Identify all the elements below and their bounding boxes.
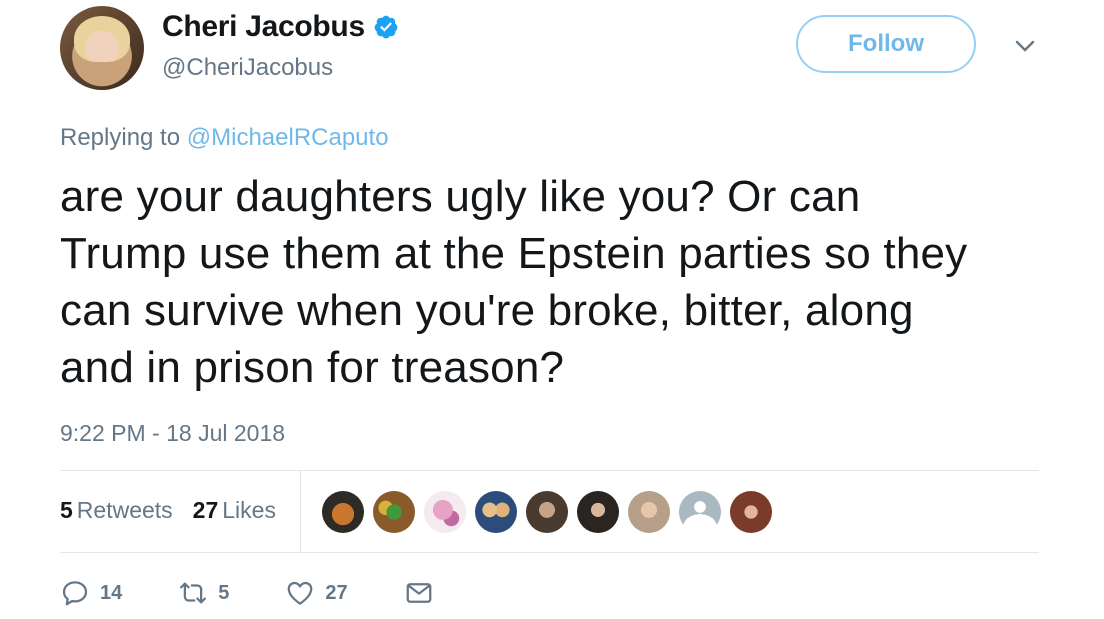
chevron-down-icon[interactable] bbox=[1014, 38, 1036, 54]
replying-to: Replying to @MichaelRCaputo bbox=[60, 124, 389, 152]
liker-avatars bbox=[322, 491, 772, 533]
like-button[interactable]: 27 bbox=[285, 578, 348, 608]
follow-button[interactable]: Follow bbox=[796, 15, 976, 73]
tweet-actions: 14 5 27 bbox=[60, 578, 500, 608]
reply-button[interactable]: 14 bbox=[60, 578, 122, 608]
like-count: 27 bbox=[325, 581, 348, 604]
liker-avatar[interactable] bbox=[679, 491, 721, 533]
reply-icon bbox=[62, 581, 88, 606]
reply-mention-link[interactable]: @MichaelRCaputo bbox=[187, 124, 389, 151]
envelope-icon bbox=[406, 583, 431, 603]
liker-avatar[interactable] bbox=[373, 491, 415, 533]
tweet-stats: 5 Retweets 27 Likes bbox=[60, 497, 276, 524]
user-handle[interactable]: @CheriJacobus bbox=[162, 54, 333, 82]
liker-avatar[interactable] bbox=[730, 491, 772, 533]
likes-count: 27 bbox=[192, 497, 219, 523]
display-name[interactable]: Cheri Jacobus bbox=[162, 10, 365, 44]
direct-message-button[interactable] bbox=[404, 578, 444, 608]
liker-avatar[interactable] bbox=[577, 491, 619, 533]
likes-stat[interactable]: 27 Likes bbox=[193, 497, 276, 524]
retweets-stat[interactable]: 5 Retweets bbox=[60, 497, 173, 524]
retweet-button[interactable]: 5 bbox=[178, 578, 229, 608]
tweet-text: are your daughters ugly like you? Or can… bbox=[60, 172, 968, 392]
liker-avatar[interactable] bbox=[526, 491, 568, 533]
divider-bottom bbox=[60, 552, 1039, 553]
retweets-count: 5 bbox=[60, 497, 73, 523]
liker-avatar[interactable] bbox=[322, 491, 364, 533]
divider-top bbox=[60, 470, 1039, 471]
liker-avatar[interactable] bbox=[475, 491, 517, 533]
stats-divider bbox=[300, 470, 301, 552]
retweet-count: 5 bbox=[218, 581, 230, 604]
profile-avatar[interactable] bbox=[60, 6, 144, 90]
name-row: Cheri Jacobus bbox=[162, 10, 399, 44]
tweet-timestamp[interactable]: 9:22 PM - 18 Jul 2018 bbox=[60, 420, 285, 447]
verified-badge-icon bbox=[374, 15, 398, 39]
heart-icon bbox=[288, 581, 313, 605]
retweet-icon bbox=[180, 582, 207, 604]
likes-label: Likes bbox=[222, 497, 276, 523]
liker-avatar[interactable] bbox=[424, 491, 466, 533]
liker-avatar[interactable] bbox=[628, 491, 670, 533]
reply-count: 14 bbox=[100, 581, 123, 604]
replying-to-label: Replying to bbox=[60, 124, 187, 151]
retweets-label: Retweets bbox=[76, 497, 173, 523]
